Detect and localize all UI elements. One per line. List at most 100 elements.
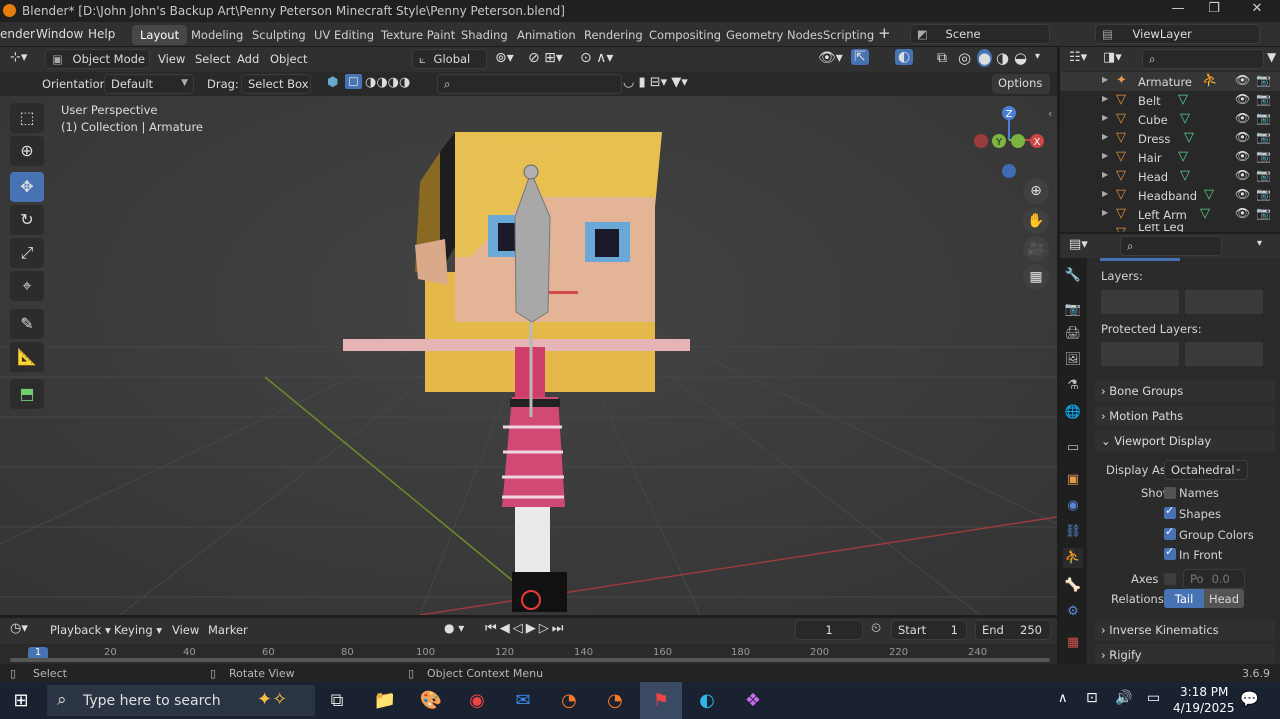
display-mode-icon[interactable]: ◨▾ (1103, 50, 1122, 65)
cursor-tool-icon[interactable]: ⊕ (10, 136, 44, 166)
expand-icon[interactable]: ▶ (1102, 208, 1108, 217)
outliner-row[interactable]: ▶ ✦ Armature ⛹ 👁 📷 (1060, 72, 1280, 91)
tab-sculpting[interactable]: Sculpting (244, 25, 314, 45)
viewlayer-selector[interactable]: ▤ ViewLayer (1095, 24, 1260, 44)
pivot-icon[interactable]: ⊚▾ (495, 50, 514, 66)
menu-view[interactable]: View (158, 52, 185, 66)
tab-animation[interactable]: Animation (509, 25, 584, 45)
edge-icon[interactable]: ◐ (692, 686, 722, 716)
transform-orientation-selector[interactable]: ⟀ Global (412, 49, 487, 69)
scene-selector[interactable]: ◩ Scene (910, 24, 1050, 44)
tab-compositing[interactable]: Compositing (641, 25, 729, 45)
protected-layers-grid-b[interactable] (1185, 342, 1263, 366)
scroll-indicator[interactable] (1100, 258, 1180, 261)
tab-shading[interactable]: Shading (453, 25, 516, 45)
texture-tab-icon[interactable]: ▦ (1063, 633, 1083, 653)
measure-tool-icon[interactable]: 📐 (10, 342, 44, 372)
volume-icon[interactable]: 🔊 (1115, 690, 1132, 706)
view-layer-tab-icon[interactable]: 🖼 (1063, 350, 1083, 370)
in-front-checkbox[interactable] (1164, 545, 1176, 560)
end-frame-field[interactable]: End 250 (975, 620, 1051, 640)
outliner-row[interactable]: ▶ ▽ Cube ▽ 👁 📷 (1060, 110, 1280, 129)
maximize-button[interactable]: ❐ (1194, 1, 1234, 21)
annotate-tool-icon[interactable]: ✎ (10, 309, 44, 339)
outliner-row[interactable]: ▶ ▽ Dress ▽ 👁 📷 (1060, 129, 1280, 148)
visibility-eye-icon[interactable]: 👁 (1235, 206, 1250, 220)
visibility-eye-icon[interactable]: 👁 (1235, 168, 1250, 182)
move-tool-icon[interactable]: ✥ (10, 172, 44, 202)
editor-type-icon[interactable]: ⊹▾ (10, 50, 27, 65)
battery-icon[interactable]: ▭ (1147, 690, 1160, 706)
tab-uv-editing[interactable]: UV Editing (306, 25, 382, 45)
bone-tab-icon[interactable]: 🦴 (1063, 576, 1083, 596)
tab-scripting[interactable]: Scripting (815, 25, 882, 45)
taskbar-clock-time[interactable]: 3:18 PM (1180, 685, 1228, 699)
select-mode-icon[interactable]: ◻ (345, 74, 362, 89)
select-tool-icon[interactable]: ⬚ (10, 103, 44, 133)
render-camera-icon[interactable]: 📷 (1256, 168, 1271, 182)
protected-layers-grid-a[interactable] (1101, 342, 1179, 366)
relations-head-button[interactable]: Head (1204, 589, 1244, 608)
orientation-dropdown[interactable]: Default ▼ (104, 74, 194, 94)
tab-modeling[interactable]: Modeling (183, 25, 251, 45)
display-as-dropdown[interactable]: Octahedral ⌄ (1164, 460, 1248, 480)
outliner-row[interactable]: ▶ ▽ Head ▽ 👁 📷 (1060, 167, 1280, 186)
properties-editor-icon[interactable]: ▤▾ (1069, 237, 1088, 252)
drag-dropdown[interactable]: Select Box (241, 74, 311, 94)
copilot-sparkle-icon[interactable]: ✦✧ (257, 689, 287, 710)
render-tab-icon[interactable]: 📷 (1063, 300, 1083, 320)
object-tab-icon[interactable]: ▣ (1063, 470, 1083, 490)
tab-layout[interactable]: Layout (132, 25, 188, 45)
rotate-tool-icon[interactable]: ↻ (10, 205, 44, 235)
layers-grid-a[interactable] (1101, 290, 1179, 314)
menu-window[interactable]: Window (36, 27, 83, 41)
expand-icon[interactable]: ▶ (1102, 189, 1108, 198)
notifications-icon[interactable]: 💬 (1240, 690, 1259, 708)
outliner-row[interactable]: ▶ ▽ Hair ▽ 👁 📷 (1060, 148, 1280, 167)
names-checkbox[interactable] (1164, 487, 1176, 499)
visibility-icon[interactable]: 👁▾ (818, 50, 843, 66)
start-frame-field[interactable]: Start 1 (891, 620, 967, 640)
taskbar-search-box[interactable]: ⌕ Type here to search ✦✧ (47, 685, 315, 716)
active-app-icon[interactable]: ⚑ (640, 682, 682, 719)
playback-controls-icon[interactable]: ⏮◀◁▶▷⏭ (485, 621, 566, 636)
taskbar-clock-date[interactable]: 4/19/2025 (1173, 701, 1235, 715)
blender-taskbar-icon-2[interactable]: ◔ (600, 686, 630, 716)
tab-rendering[interactable]: Rendering (576, 25, 651, 45)
3d-viewport[interactable]: ⊹▾ ▣ Object Mode View Select Add Object … (0, 47, 1057, 615)
timeline-scrollbar[interactable] (10, 658, 1050, 662)
xray-icon[interactable]: ⧉ (937, 50, 947, 66)
render-camera-icon[interactable]: 📷 (1256, 187, 1271, 201)
chrome-icon[interactable]: ◉ (462, 686, 492, 716)
world-tab-icon[interactable]: 🌐 (1063, 403, 1083, 423)
network-icon[interactable]: ⊡ (1086, 690, 1098, 706)
outlook-icon[interactable]: ✉ (508, 686, 538, 716)
gizmo-toggle-icon[interactable]: ⇱ (851, 49, 869, 65)
collection-tab-icon[interactable]: ▭ (1063, 438, 1083, 458)
shading-options-icon[interactable]: ▾ (1035, 51, 1040, 62)
wireframe-shading-icon[interactable]: ◎ (958, 49, 971, 67)
tool-tab-icon[interactable]: 🔧 (1063, 266, 1083, 286)
group-colors-checkbox[interactable] (1164, 525, 1176, 540)
output-tab-icon[interactable]: 🖨 (1063, 324, 1083, 344)
bone-constraints-tab-icon[interactable]: ⚙ (1063, 602, 1083, 622)
bone-groups-panel[interactable]: › Bone Groups (1095, 380, 1275, 402)
sidebar-toggle-icon[interactable]: ‹ (1048, 107, 1052, 120)
paint-app-icon[interactable]: 🎨 (416, 686, 446, 716)
render-camera-icon[interactable]: 📷 (1256, 149, 1271, 163)
pan-hand-icon[interactable]: ✋ (1023, 208, 1049, 234)
menu-view[interactable]: View (172, 623, 199, 637)
blender-taskbar-icon[interactable]: ◔ (554, 686, 584, 716)
timeline-editor-icon[interactable]: ◷▾ (10, 621, 28, 636)
navigation-gizmo[interactable]: Z Y X (970, 102, 1050, 182)
mesh-data-icon[interactable]: ▽ (1200, 206, 1210, 221)
expand-icon[interactable]: ▶ (1102, 75, 1108, 84)
mesh-data-icon[interactable]: ▽ (1184, 130, 1194, 145)
menu-keying[interactable]: Keying ▾ (114, 623, 162, 637)
tool-search-input[interactable]: ⌕ (437, 74, 622, 94)
collection-icon[interactable]: ⬢ (327, 75, 338, 90)
visibility-eye-icon[interactable]: 👁 (1235, 73, 1250, 87)
snap-icon[interactable]: ⊘ ⊞▾ (528, 50, 563, 66)
menu-playback[interactable]: Playback ▾ (50, 623, 111, 637)
armature-data-tab-icon[interactable]: ⛹ (1063, 548, 1083, 568)
